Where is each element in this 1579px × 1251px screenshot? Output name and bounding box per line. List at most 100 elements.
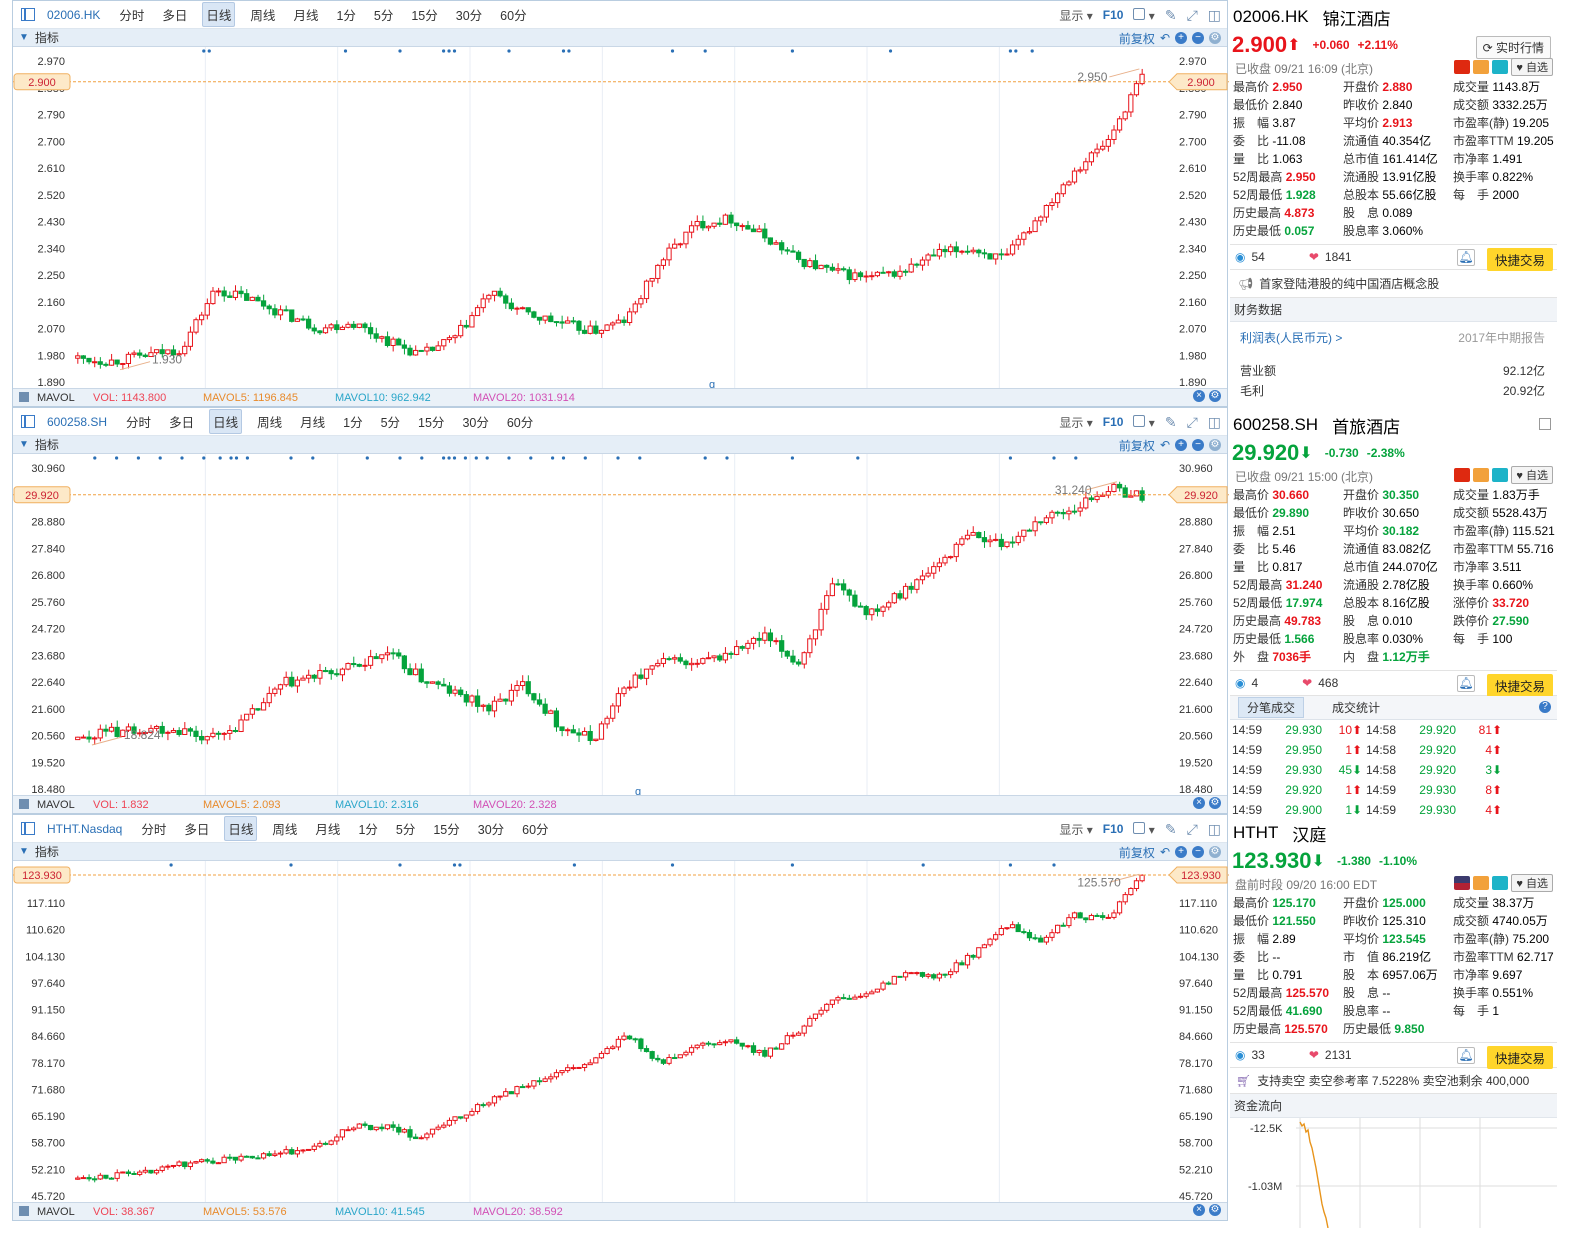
event-dot[interactable] [452,456,457,460]
settings-icon[interactable]: ⚙ [1209,390,1221,402]
timeframe-tab[interactable]: 15分 [415,410,447,433]
pencil-icon[interactable]: ✎ [1165,7,1177,24]
timeframe-tab[interactable]: 15分 [430,817,462,840]
f10-button[interactable]: F10 [1103,822,1124,836]
timeframe-tab[interactable]: 60分 [519,817,551,840]
event-dot[interactable] [207,49,211,53]
timeframe-tab[interactable]: 1分 [355,817,380,840]
event-dot[interactable] [1008,863,1013,867]
timeframe-tab[interactable]: 5分 [378,410,403,433]
timeframe-tab[interactable]: 日线 [202,2,236,27]
event-dot[interactable] [561,456,566,460]
timeframe-tab[interactable]: 日线 [224,816,258,841]
pencil-icon[interactable]: ✎ [1165,821,1177,838]
tab-trades[interactable]: 分笔成交 [1238,697,1305,718]
event-dot[interactable] [447,456,451,460]
event-dot[interactable] [703,49,707,53]
adjust-toggle[interactable]: 前复权 [1119,30,1155,47]
layout-icon[interactable] [21,415,35,428]
event-dot[interactable] [670,49,675,53]
timeframe-tab[interactable]: 日线 [209,409,243,434]
event-dot[interactable] [1008,456,1013,460]
event-dot[interactable] [507,456,511,460]
timeframe-tab[interactable]: 30分 [459,410,491,433]
fullscreen-icon[interactable]: ⤢ [1187,414,1198,431]
event-dot[interactable] [202,49,206,53]
event-dot[interactable] [888,49,893,53]
event-dot[interactable] [458,863,462,867]
pencil-icon[interactable]: ✎ [1165,414,1177,431]
collapse-icon[interactable]: ▼ [19,32,29,43]
event-dot[interactable] [1008,49,1013,53]
remove-icon[interactable]: − [1192,32,1204,44]
realtime-button[interactable]: ⟳ 实时行情 [1475,36,1551,59]
mavol-icon[interactable] [19,799,29,809]
chart-symbol[interactable]: HTHT.Nasdaq [47,822,122,836]
event-dot[interactable] [202,456,206,460]
event-dot[interactable] [289,863,293,867]
event-dot[interactable] [507,49,511,53]
layout-icon[interactable] [21,8,35,21]
chart-symbol[interactable]: 600258.SH [47,415,107,429]
bell-icon[interactable]: 🔔︎ [1457,675,1475,692]
event-dot[interactable] [638,456,642,460]
settings-icon[interactable]: ⚙ [1209,797,1221,809]
settings-icon[interactable]: ⚙ [1209,32,1221,44]
close-icon[interactable]: × [1193,797,1205,809]
indicator-label[interactable]: 指标 [35,843,59,860]
add-icon[interactable]: + [1175,439,1187,451]
settings-icon[interactable]: ⚙ [1209,846,1221,858]
indicator-label[interactable]: 指标 [35,436,59,453]
event-dot[interactable] [115,456,119,460]
timeframe-tab[interactable]: 60分 [504,410,536,433]
undo-icon[interactable]: ↶ [1160,31,1170,45]
timeframe-tab[interactable]: 15分 [408,3,440,26]
event-dot[interactable] [311,456,315,460]
sidebar-toggle-icon[interactable]: ◫ [1208,7,1221,24]
mavol-label[interactable]: MAVOL [37,392,75,404]
layout-icon[interactable] [21,822,35,835]
candlestick-chart[interactable]: 2.9702.9702.8802.8802.7902.7902.7002.700… [13,47,1229,390]
display-menu[interactable]: 显示 ▾ [1059,7,1092,24]
event-dot[interactable] [420,456,424,460]
tab-trade-stats[interactable]: 成交统计 [1324,698,1388,717]
event-dot[interactable] [1014,49,1018,53]
candlestick-chart[interactable]: 123.930 123.930 117.110 117.110 110.620 110.6… [13,861,1229,1204]
quick-trade-button[interactable]: 快捷交易 [1486,674,1553,697]
event-dot[interactable] [158,456,162,460]
event-dot[interactable] [398,863,402,867]
event-dot[interactable] [670,863,675,867]
remove-icon[interactable]: − [1192,439,1204,451]
settings-icon[interactable]: ⚙ [1209,439,1221,451]
close-icon[interactable]: × [1193,1204,1205,1216]
event-dot[interactable] [398,456,402,460]
event-dot[interactable] [1052,863,1056,867]
display-menu[interactable]: 显示 ▾ [1059,414,1092,431]
event-dot[interactable] [551,456,555,460]
settings-icon[interactable]: ⚙ [1209,1204,1221,1216]
timeframe-tab[interactable]: 月线 [297,410,328,433]
f10-button[interactable]: F10 [1103,8,1124,22]
bell-icon[interactable]: 🔔︎ [1457,249,1475,266]
f10-button[interactable]: F10 [1103,415,1124,429]
timeframe-tab[interactable]: 30分 [475,817,507,840]
expand-icon[interactable] [1539,418,1551,430]
timeframe-tab[interactable]: 月线 [290,3,321,26]
mavol-icon[interactable] [19,1206,29,1216]
event-dot[interactable] [529,456,533,460]
event-dot[interactable] [343,49,348,53]
adjust-toggle[interactable]: 前复权 [1119,844,1155,861]
add-watch-button[interactable]: ♥ 自选 [1511,874,1553,892]
income-statement-link[interactable]: 利润表(人民币元) > [1240,329,1342,346]
collapse-icon[interactable]: ▼ [19,846,29,857]
event-dot[interactable] [93,456,97,460]
timeframe-tab[interactable]: 月线 [312,817,343,840]
timeframe-tab[interactable]: 周线 [247,3,278,26]
event-dot[interactable] [583,456,587,460]
event-dot[interactable] [561,49,566,53]
event-dot[interactable] [136,456,140,460]
event-dot[interactable] [1030,49,1034,53]
event-dot[interactable] [169,863,173,867]
fullscreen-icon[interactable]: ⤢ [1187,821,1198,838]
event-dot[interactable] [218,456,222,460]
